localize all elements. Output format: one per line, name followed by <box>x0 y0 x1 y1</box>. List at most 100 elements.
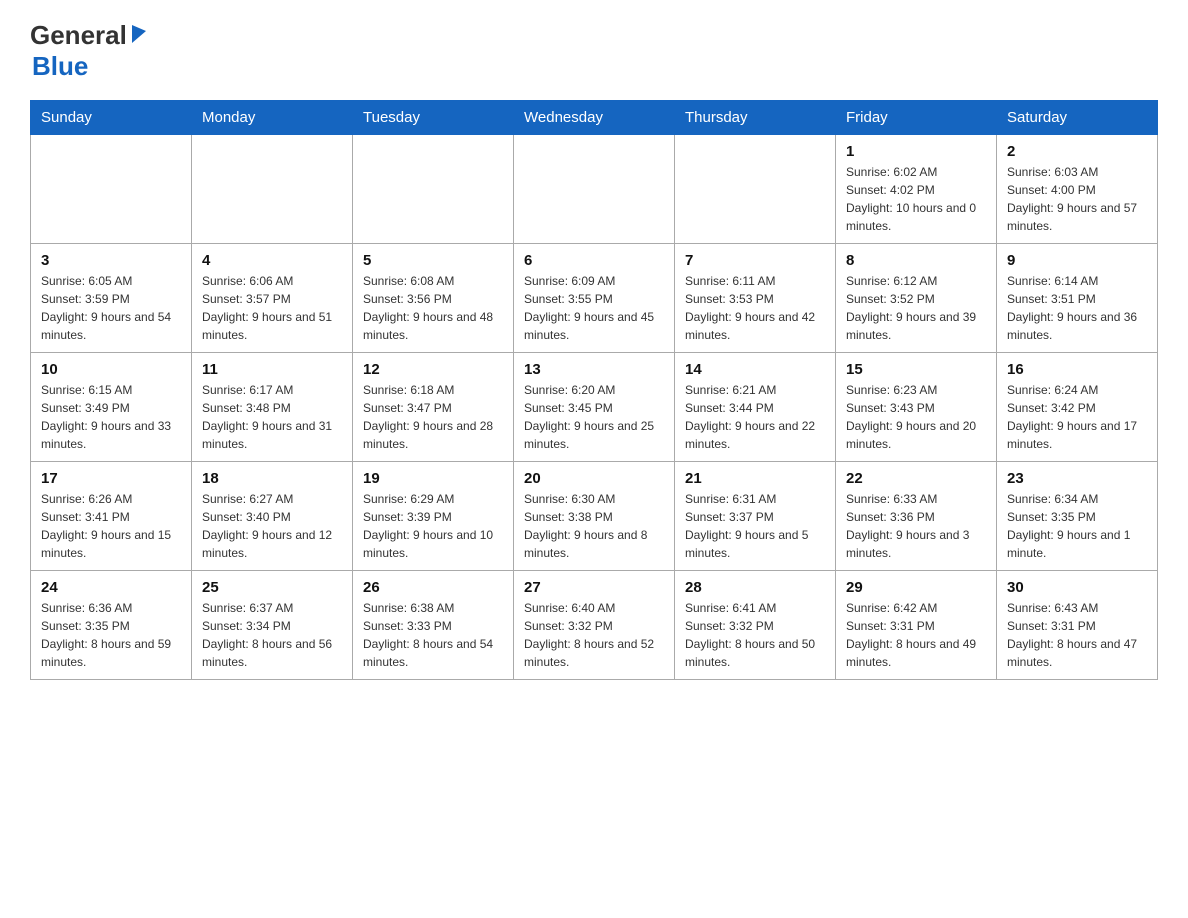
day-number: 26 <box>363 579 503 596</box>
weekday-header-sunday: Sunday <box>31 101 192 135</box>
day-info: Sunrise: 6:42 AM Sunset: 3:31 PM Dayligh… <box>846 599 986 671</box>
calendar-cell: 27 Sunrise: 6:40 AM Sunset: 3:32 PM Dayli… <box>514 571 675 680</box>
calendar-cell: 9 Sunrise: 6:14 AM Sunset: 3:51 PM Daylig… <box>997 244 1158 353</box>
day-info: Sunrise: 6:08 AM Sunset: 3:56 PM Dayligh… <box>363 272 503 344</box>
day-number: 9 <box>1007 252 1147 269</box>
calendar-cell: 18 Sunrise: 6:27 AM Sunset: 3:40 PM Dayli… <box>192 462 353 571</box>
calendar-cell: 16 Sunrise: 6:24 AM Sunset: 3:42 PM Dayli… <box>997 353 1158 462</box>
calendar-cell <box>514 135 675 244</box>
page-header: General Blue <box>30 20 1158 82</box>
day-number: 30 <box>1007 579 1147 596</box>
day-info: Sunrise: 6:03 AM Sunset: 4:00 PM Dayligh… <box>1007 163 1147 235</box>
calendar-cell: 23 Sunrise: 6:34 AM Sunset: 3:35 PM Dayli… <box>997 462 1158 571</box>
day-number: 11 <box>202 361 342 378</box>
day-number: 15 <box>846 361 986 378</box>
day-number: 16 <box>1007 361 1147 378</box>
day-number: 17 <box>41 470 181 487</box>
day-number: 22 <box>846 470 986 487</box>
day-number: 23 <box>1007 470 1147 487</box>
day-info: Sunrise: 6:17 AM Sunset: 3:48 PM Dayligh… <box>202 381 342 453</box>
weekday-header-wednesday: Wednesday <box>514 101 675 135</box>
weekday-header-thursday: Thursday <box>675 101 836 135</box>
day-number: 3 <box>41 252 181 269</box>
day-info: Sunrise: 6:40 AM Sunset: 3:32 PM Dayligh… <box>524 599 664 671</box>
calendar-cell: 12Sunrise: 6:18 AM Sunset: 3:47 PM Dayli… <box>353 353 514 462</box>
day-info: Sunrise: 6:33 AM Sunset: 3:36 PM Dayligh… <box>846 490 986 562</box>
day-info: Sunrise: 6:34 AM Sunset: 3:35 PM Dayligh… <box>1007 490 1147 562</box>
calendar-cell <box>675 135 836 244</box>
day-info: Sunrise: 6:26 AM Sunset: 3:41 PM Dayligh… <box>41 490 181 562</box>
logo-general-text: General <box>30 20 127 51</box>
calendar-cell: 13 Sunrise: 6:20 AM Sunset: 3:45 PM Dayli… <box>514 353 675 462</box>
calendar-cell: 6Sunrise: 6:09 AM Sunset: 3:55 PM Daylig… <box>514 244 675 353</box>
calendar-cell: 15 Sunrise: 6:23 AM Sunset: 3:43 PM Dayli… <box>836 353 997 462</box>
day-number: 13 <box>524 361 664 378</box>
logo: General Blue <box>30 20 146 82</box>
day-info: Sunrise: 6:11 AM Sunset: 3:53 PM Dayligh… <box>685 272 825 344</box>
day-info: Sunrise: 6:36 AM Sunset: 3:35 PM Dayligh… <box>41 599 181 671</box>
calendar-week-5: 24 Sunrise: 6:36 AM Sunset: 3:35 PM Dayli… <box>31 571 1158 680</box>
day-number: 27 <box>524 579 664 596</box>
weekday-header-saturday: Saturday <box>997 101 1158 135</box>
calendar-cell: 29 Sunrise: 6:42 AM Sunset: 3:31 PM Dayli… <box>836 571 997 680</box>
day-info: Sunrise: 6:18 AM Sunset: 3:47 PM Dayligh… <box>363 381 503 453</box>
calendar-cell: 24 Sunrise: 6:36 AM Sunset: 3:35 PM Dayli… <box>31 571 192 680</box>
calendar-cell <box>353 135 514 244</box>
weekday-header-tuesday: Tuesday <box>353 101 514 135</box>
weekday-header-friday: Friday <box>836 101 997 135</box>
calendar-cell: 14 Sunrise: 6:21 AM Sunset: 3:44 PM Dayli… <box>675 353 836 462</box>
calendar-table: SundayMondayTuesdayWednesdayThursdayFrid… <box>30 100 1158 680</box>
day-info: Sunrise: 6:20 AM Sunset: 3:45 PM Dayligh… <box>524 381 664 453</box>
day-info: Sunrise: 6:24 AM Sunset: 3:42 PM Dayligh… <box>1007 381 1147 453</box>
day-number: 7 <box>685 252 825 269</box>
day-info: Sunrise: 6:38 AM Sunset: 3:33 PM Dayligh… <box>363 599 503 671</box>
day-info: Sunrise: 6:02 AM Sunset: 4:02 PM Dayligh… <box>846 163 986 235</box>
calendar-cell: 17 Sunrise: 6:26 AM Sunset: 3:41 PM Dayli… <box>31 462 192 571</box>
weekday-header-monday: Monday <box>192 101 353 135</box>
calendar-cell: 30 Sunrise: 6:43 AM Sunset: 3:31 PM Dayli… <box>997 571 1158 680</box>
day-info: Sunrise: 6:27 AM Sunset: 3:40 PM Dayligh… <box>202 490 342 562</box>
calendar-cell: 26 Sunrise: 6:38 AM Sunset: 3:33 PM Dayli… <box>353 571 514 680</box>
day-number: 14 <box>685 361 825 378</box>
calendar-cell: 8 Sunrise: 6:12 AM Sunset: 3:52 PM Daylig… <box>836 244 997 353</box>
day-number: 4 <box>202 252 342 269</box>
day-info: Sunrise: 6:12 AM Sunset: 3:52 PM Dayligh… <box>846 272 986 344</box>
calendar-cell <box>31 135 192 244</box>
day-number: 2 <box>1007 143 1147 160</box>
day-info: Sunrise: 6:14 AM Sunset: 3:51 PM Dayligh… <box>1007 272 1147 344</box>
day-info: Sunrise: 6:29 AM Sunset: 3:39 PM Dayligh… <box>363 490 503 562</box>
day-info: Sunrise: 6:21 AM Sunset: 3:44 PM Dayligh… <box>685 381 825 453</box>
day-info: Sunrise: 6:06 AM Sunset: 3:57 PM Dayligh… <box>202 272 342 344</box>
calendar-cell: 25Sunrise: 6:37 AM Sunset: 3:34 PM Dayli… <box>192 571 353 680</box>
calendar-cell: 5 Sunrise: 6:08 AM Sunset: 3:56 PM Daylig… <box>353 244 514 353</box>
calendar-cell: 10Sunrise: 6:15 AM Sunset: 3:49 PM Dayli… <box>31 353 192 462</box>
calendar-cell: 3Sunrise: 6:05 AM Sunset: 3:59 PM Daylig… <box>31 244 192 353</box>
calendar-cell <box>192 135 353 244</box>
day-number: 28 <box>685 579 825 596</box>
day-info: Sunrise: 6:30 AM Sunset: 3:38 PM Dayligh… <box>524 490 664 562</box>
calendar-cell: 22 Sunrise: 6:33 AM Sunset: 3:36 PM Dayli… <box>836 462 997 571</box>
day-number: 18 <box>202 470 342 487</box>
calendar-week-4: 17 Sunrise: 6:26 AM Sunset: 3:41 PM Dayli… <box>31 462 1158 571</box>
calendar-cell: 28 Sunrise: 6:41 AM Sunset: 3:32 PM Dayli… <box>675 571 836 680</box>
day-info: Sunrise: 6:41 AM Sunset: 3:32 PM Dayligh… <box>685 599 825 671</box>
calendar-cell: 7 Sunrise: 6:11 AM Sunset: 3:53 PM Daylig… <box>675 244 836 353</box>
day-info: Sunrise: 6:09 AM Sunset: 3:55 PM Dayligh… <box>524 272 664 344</box>
logo-blue-text: Blue <box>32 51 88 81</box>
day-info: Sunrise: 6:37 AM Sunset: 3:34 PM Dayligh… <box>202 599 342 671</box>
day-info: Sunrise: 6:23 AM Sunset: 3:43 PM Dayligh… <box>846 381 986 453</box>
calendar-week-1: 1 Sunrise: 6:02 AM Sunset: 4:02 PM Daylig… <box>31 135 1158 244</box>
day-number: 10 <box>41 361 181 378</box>
day-number: 29 <box>846 579 986 596</box>
day-number: 8 <box>846 252 986 269</box>
logo-triangle-icon <box>130 25 146 48</box>
calendar-cell: 1 Sunrise: 6:02 AM Sunset: 4:02 PM Daylig… <box>836 135 997 244</box>
calendar-week-2: 3Sunrise: 6:05 AM Sunset: 3:59 PM Daylig… <box>31 244 1158 353</box>
day-number: 5 <box>363 252 503 269</box>
day-info: Sunrise: 6:43 AM Sunset: 3:31 PM Dayligh… <box>1007 599 1147 671</box>
calendar-week-3: 10Sunrise: 6:15 AM Sunset: 3:49 PM Dayli… <box>31 353 1158 462</box>
day-number: 1 <box>846 143 986 160</box>
day-number: 24 <box>41 579 181 596</box>
calendar-cell: 2 Sunrise: 6:03 AM Sunset: 4:00 PM Daylig… <box>997 135 1158 244</box>
calendar-cell: 20Sunrise: 6:30 AM Sunset: 3:38 PM Dayli… <box>514 462 675 571</box>
